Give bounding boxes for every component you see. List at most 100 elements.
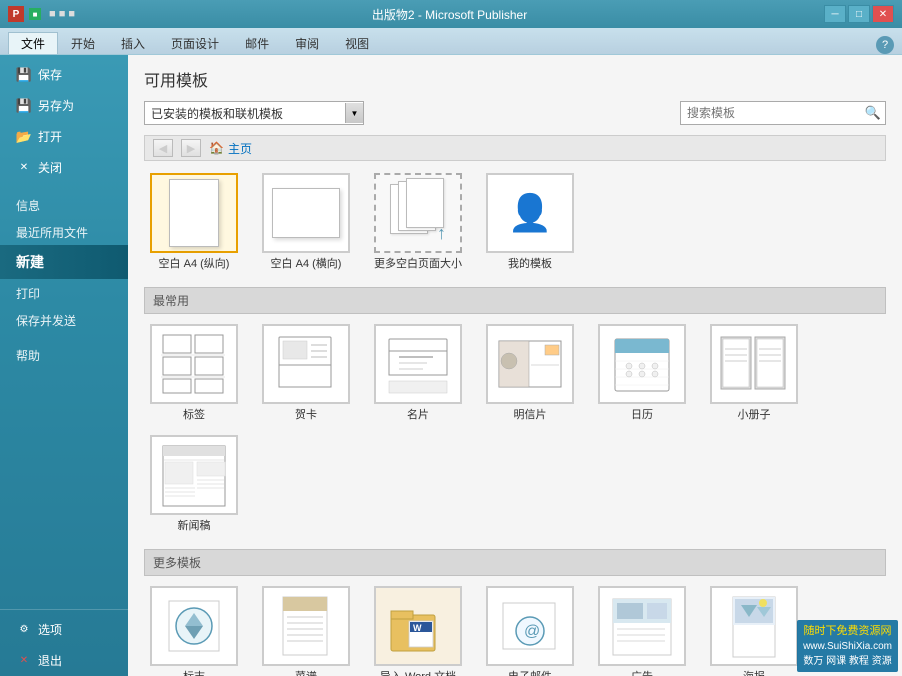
poster-caption: 海报 (743, 670, 765, 676)
postcard-caption: 明信片 (514, 408, 547, 422)
menu-icon (271, 593, 341, 659)
template-label[interactable]: 标签 (144, 324, 244, 422)
svg-text:@: @ (524, 623, 540, 640)
calendar-caption: 日历 (631, 408, 653, 422)
label-icon (159, 331, 229, 397)
sidebar: 💾 保存 💾 另存为 📂 打开 ✕ 关闭 信息 最近所用文件 新建 打印 保存并 (0, 55, 128, 676)
sidebar-item-exit[interactable]: ✕ 退出 (0, 645, 128, 676)
more-blank-thumb: ↑ (374, 173, 462, 253)
more-blank-label: 更多空白页面大小 (374, 257, 462, 271)
word-import-thumb: W (374, 586, 462, 666)
newspaper-caption: 新闻稿 (178, 519, 211, 533)
template-postcard[interactable]: 明信片 (480, 324, 580, 422)
template-blank-portrait[interactable]: 空白 A4 (纵向) (144, 173, 244, 271)
nav-forward-btn[interactable]: ▶ (181, 139, 201, 157)
sidebar-item-save[interactable]: 💾 保存 (0, 59, 128, 90)
word-import-icon: W (383, 593, 453, 659)
template-calendar[interactable]: 日历 (592, 324, 692, 422)
template-card[interactable]: 贺卡 (256, 324, 356, 422)
sidebar-item-close[interactable]: ✕ 关闭 (0, 152, 128, 183)
close-icon: ✕ (16, 160, 32, 176)
template-booklet[interactable]: 小册子 (704, 324, 804, 422)
sidebar-item-options[interactable]: ⚙ 选项 (0, 614, 128, 645)
sidebar-item-help[interactable]: 帮助 (0, 341, 128, 368)
watermark: 随时下免费资源网 www.SuiShiXia.com 数万 网课 教程 资源 (797, 620, 898, 673)
sidebar-item-print[interactable]: 打印 (0, 279, 128, 306)
main-layout: 💾 保存 💾 另存为 📂 打开 ✕ 关闭 信息 最近所用文件 新建 打印 保存并 (0, 55, 902, 676)
open-icon: 📂 (16, 129, 32, 145)
my-templates-thumb: 👤 (486, 173, 574, 253)
email-thumb: @ (486, 586, 574, 666)
tab-view[interactable]: 视图 (332, 32, 382, 54)
template-filter-arrow[interactable]: ▼ (345, 103, 363, 123)
template-email[interactable]: @ 电子邮件 (480, 586, 580, 676)
template-blank-landscape[interactable]: 空白 A4 (横向) (256, 173, 356, 271)
business-card-caption: 名片 (407, 408, 429, 422)
ribbon: 文件 开始 插入 页面设计 邮件 审阅 视图 ? (0, 28, 902, 55)
booklet-caption: 小册子 (738, 408, 771, 422)
logo-thumb (150, 586, 238, 666)
ad-icon (607, 593, 677, 659)
tab-file[interactable]: 文件 (8, 32, 58, 54)
card-caption: 贺卡 (295, 408, 317, 422)
sidebar-item-recent[interactable]: 最近所用文件 (0, 218, 128, 245)
search-icon[interactable]: 🔍 (861, 102, 885, 124)
template-search-input[interactable] (681, 104, 861, 122)
template-ad[interactable]: 广告 (592, 586, 692, 676)
ad-thumb (598, 586, 686, 666)
nav-home-btn[interactable]: 🏠 主页 (209, 140, 252, 157)
ribbon-help: ? (876, 36, 894, 54)
tab-review[interactable]: 审阅 (282, 32, 332, 54)
template-my-templates[interactable]: 👤 我的模板 (480, 173, 580, 271)
tab-page-design[interactable]: 页面设计 (158, 32, 232, 54)
tab-insert[interactable]: 插入 (108, 32, 158, 54)
template-poster[interactable]: 海报 (704, 586, 804, 676)
blank-portrait-label: 空白 A4 (纵向) (159, 257, 230, 271)
template-logo[interactable]: 标志 (144, 586, 244, 676)
save-icon: 💾 (16, 67, 32, 83)
nav-back-btn[interactable]: ◀ (153, 139, 173, 157)
close-btn[interactable]: ✕ (872, 5, 894, 23)
postcard-thumb (486, 324, 574, 404)
landscape-paper-icon (272, 188, 340, 238)
portrait-paper-icon (169, 179, 219, 247)
app-logo: P ■ ■ ■ ■ (8, 6, 75, 22)
newspaper-thumb (150, 435, 238, 515)
card-thumb (262, 324, 350, 404)
calendar-icon (607, 331, 677, 397)
sidebar-item-new[interactable]: 新建 (0, 245, 128, 279)
menu-caption: 菜谱 (295, 670, 317, 676)
template-menu[interactable]: 菜谱 (256, 586, 356, 676)
sidebar-item-info[interactable]: 信息 (0, 191, 128, 218)
booklet-icon (719, 331, 789, 397)
common-section-header: 最常用 (144, 287, 886, 314)
template-search-box: 🔍 (680, 101, 886, 125)
label-caption: 标签 (183, 408, 205, 422)
template-more-blank[interactable]: ↑ 更多空白页面大小 (368, 173, 468, 271)
newspaper-icon (159, 442, 229, 508)
card-icon (271, 331, 341, 397)
window-controls[interactable]: ─ □ ✕ (824, 5, 894, 23)
template-newspaper[interactable]: 新闻稿 (144, 435, 244, 533)
blank-landscape-label: 空白 A4 (横向) (271, 257, 342, 271)
logo-caption: 标志 (183, 670, 205, 676)
watermark-line1: 随时下免费资源网 (803, 623, 892, 640)
template-filter-bar: 已安装的模板和联机模板 ▼ 🔍 (144, 101, 886, 125)
exit-icon: ✕ (16, 653, 32, 669)
sidebar-item-saveas[interactable]: 💾 另存为 (0, 90, 128, 121)
label-thumb (150, 324, 238, 404)
help-icon[interactable]: ? (876, 36, 894, 54)
template-filter-select[interactable]: 已安装的模板和联机模板 ▼ (144, 101, 364, 125)
my-templates-label: 我的模板 (508, 257, 552, 271)
template-business-card[interactable]: 名片 (368, 324, 468, 422)
maximize-btn[interactable]: □ (848, 5, 870, 23)
template-word-import[interactable]: W 导入 Word 文档 (368, 586, 468, 676)
minimize-btn[interactable]: ─ (824, 5, 846, 23)
sidebar-item-send[interactable]: 保存并发送 (0, 306, 128, 333)
featured-templates-grid: 空白 A4 (纵向) 空白 A4 (横向) ↑ (144, 173, 886, 271)
tab-mail[interactable]: 邮件 (232, 32, 282, 54)
window-title: 出版物2 - Microsoft Publisher (75, 6, 824, 23)
svg-text:W: W (413, 623, 422, 633)
tab-home[interactable]: 开始 (58, 32, 108, 54)
sidebar-item-open[interactable]: 📂 打开 (0, 121, 128, 152)
